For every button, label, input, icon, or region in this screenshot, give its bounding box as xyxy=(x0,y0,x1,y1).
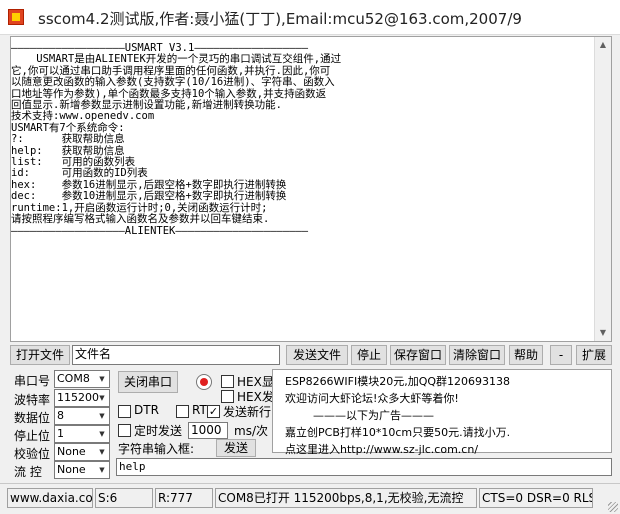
port-state: COM8已打开 115200bps,8,1,无校验,无流控 xyxy=(215,488,477,508)
vertical-scrollbar[interactable]: ▲ ▼ xyxy=(594,37,611,341)
ad-line: 嘉立创PCB打样10*10cm只要50元.请找小万. xyxy=(285,426,511,439)
dtr-checkbox[interactable] xyxy=(118,405,131,418)
chevron-down-icon: ▼ xyxy=(99,448,105,456)
send-text-input[interactable]: help xyxy=(116,458,612,476)
flow-value: None xyxy=(57,463,86,476)
app-icon xyxy=(8,9,24,25)
ad-line: ESP8266WIFI模块20元,加QQ群120693138 xyxy=(285,375,511,388)
checkmark-icon: ✓ xyxy=(208,405,219,418)
data-bits-label: 数据位 xyxy=(14,411,51,425)
file-toolbar: 打开文件 文件名 发送文件 停止 保存窗口 清除窗口 帮助 - 扩展 xyxy=(10,345,612,365)
hex-display-checkbox[interactable] xyxy=(221,375,234,388)
flow-select[interactable]: None ▼ xyxy=(54,461,110,479)
flow-label: 流 控 xyxy=(14,465,42,479)
baud-value: 115200 xyxy=(57,391,99,404)
send-newline-checkbox[interactable]: ✓ xyxy=(207,405,220,418)
title-bar: sscom4.2测试版,作者:聂小猛(丁丁),Email:mcu52@163.c… xyxy=(0,0,620,35)
help-button[interactable]: 帮助 xyxy=(509,345,543,365)
data-bits-value: 8 xyxy=(57,409,64,422)
port-select[interactable]: COM8 ▼ xyxy=(54,370,110,388)
hex-send-checkbox[interactable] xyxy=(221,390,234,403)
site-link[interactable]: www.daxia.com xyxy=(7,488,93,508)
chevron-down-icon: ▼ xyxy=(99,375,105,383)
parity-select[interactable]: None ▼ xyxy=(54,443,110,461)
dtr-label: DTR xyxy=(134,403,159,417)
sent-count: S:6 xyxy=(95,488,153,508)
ad-link[interactable]: 点这里进入http://www.sz-jlc.com.cn/ xyxy=(285,441,611,458)
open-file-button[interactable]: 打开文件 xyxy=(10,345,70,365)
received-count: R:777 xyxy=(155,488,213,508)
minus-button[interactable]: - xyxy=(550,345,572,365)
file-name-input[interactable]: 文件名 xyxy=(72,345,280,365)
stop-button[interactable]: 停止 xyxy=(351,345,387,365)
signal-state: CTS=0 DSR=0 RLSD xyxy=(479,488,593,508)
close-port-button[interactable]: 关闭串口 xyxy=(118,371,178,393)
console-text: ——————————————————USMART V3.1———————————… xyxy=(11,42,342,237)
string-input-label: 字符串输入框: xyxy=(118,442,195,456)
ad-line: ———以下为广告——— xyxy=(313,409,434,422)
interval-unit-label: ms/次 xyxy=(234,424,268,438)
rts-checkbox[interactable] xyxy=(176,405,189,418)
baud-label: 波特率 xyxy=(14,393,51,407)
timed-send-label: 定时发送 xyxy=(134,424,183,438)
send-file-button[interactable]: 发送文件 xyxy=(286,345,348,365)
save-window-button[interactable]: 保存窗口 xyxy=(390,345,446,365)
chevron-down-icon: ▼ xyxy=(99,412,105,420)
chevron-down-icon: ▼ xyxy=(99,430,105,438)
stop-bits-label: 停止位 xyxy=(14,429,51,443)
scroll-down-icon[interactable]: ▼ xyxy=(595,325,611,341)
ad-panel: ESP8266WIFI模块20元,加QQ群120693138 欢迎访问大虾论坛!… xyxy=(272,369,612,456)
baud-select[interactable]: 115200 ▼ xyxy=(54,389,110,407)
ad-line: 欢迎访问大虾论坛!众多大虾等着你! xyxy=(285,392,459,405)
port-label: 串口号 xyxy=(14,374,51,388)
data-bits-select[interactable]: 8 ▼ xyxy=(54,407,110,425)
parity-value: None xyxy=(57,445,86,458)
chevron-down-icon: ▼ xyxy=(99,394,105,402)
expand-button[interactable]: 扩展 xyxy=(576,345,612,365)
stop-bits-value: 1 xyxy=(57,427,64,440)
timed-send-checkbox[interactable] xyxy=(118,424,131,437)
port-value: COM8 xyxy=(57,372,90,385)
clear-window-button[interactable]: 清除窗口 xyxy=(449,345,505,365)
receive-console[interactable]: ——————————————————USMART V3.1———————————… xyxy=(10,36,612,342)
settings-panel: 串口号 COM8 ▼ 波特率 115200 ▼ 数据位 8 ▼ 停止位 1 ▼ … xyxy=(10,369,612,479)
parity-label: 校验位 xyxy=(14,447,51,461)
stop-bits-select[interactable]: 1 ▼ xyxy=(54,425,110,443)
window-title: sscom4.2测试版,作者:聂小猛(丁丁),Email:mcu52@163.c… xyxy=(38,10,522,28)
chevron-down-icon: ▼ xyxy=(99,466,105,474)
scroll-up-icon[interactable]: ▲ xyxy=(595,37,611,53)
status-led-icon xyxy=(196,374,212,390)
send-button[interactable]: 发送 xyxy=(216,439,256,457)
send-newline-label: 发送新行 xyxy=(223,405,272,419)
interval-input[interactable]: 1000 xyxy=(188,422,228,439)
status-bar: www.daxia.com S:6 R:777 COM8已打开 115200bp… xyxy=(0,483,620,514)
resize-grip-icon[interactable] xyxy=(608,502,618,512)
